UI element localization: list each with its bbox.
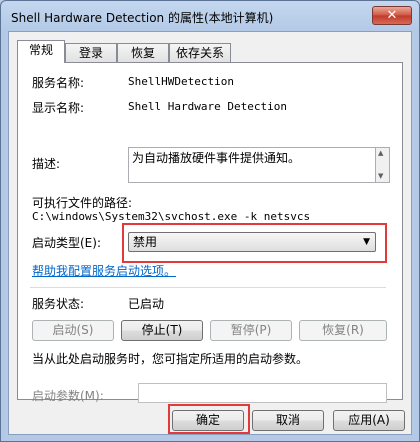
- description-label: 描述:: [32, 157, 61, 171]
- ok-highlight: [168, 404, 250, 434]
- start-button[interactable]: 启动(S): [32, 320, 114, 341]
- close-button[interactable]: ✕: [372, 6, 412, 25]
- dialog-client: 常规 登录 恢复 依存关系 服务名称: ShellHWDetection 显示名…: [8, 31, 412, 435]
- close-icon: ✕: [386, 8, 398, 23]
- path-value: C:\windows\System32\svchost.exe -k netsv…: [32, 210, 311, 223]
- display-name-label: 显示名称:: [32, 101, 85, 115]
- service-status-value: 已启动: [128, 297, 165, 311]
- service-name-label: 服务名称:: [32, 76, 85, 90]
- scroll-down-icon: ▼: [378, 172, 384, 180]
- pause-button[interactable]: 暂停(P): [210, 320, 292, 341]
- tab-recovery[interactable]: 恢复: [117, 43, 169, 62]
- cancel-button[interactable]: 取消: [252, 410, 324, 431]
- start-params-label: 启动参数(M):: [32, 389, 104, 403]
- startup-type-label: 启动类型(E):: [32, 236, 101, 250]
- tab-logon[interactable]: 登录: [65, 43, 117, 62]
- service-status-label: 服务状态:: [32, 297, 85, 311]
- service-name-value: ShellHWDetection: [128, 75, 234, 88]
- resume-button[interactable]: 恢复(R): [299, 320, 387, 341]
- apply-button[interactable]: 应用(A): [333, 410, 405, 431]
- stop-button[interactable]: 停止(T): [121, 320, 203, 341]
- display-name-value: Shell Hardware Detection: [128, 100, 287, 113]
- startup-type-highlight: [122, 223, 387, 263]
- description-scrollbar[interactable]: ▲ ▼: [376, 147, 390, 183]
- divider: [30, 287, 386, 288]
- help-link[interactable]: 帮助我配置服务启动选项。: [32, 262, 176, 279]
- general-panel: 服务名称: ShellHWDetection 显示名称: Shell Hardw…: [17, 62, 403, 403]
- tab-dependencies[interactable]: 依存关系: [169, 43, 231, 62]
- start-params-hint: 当从此处启动服务时，您可指定所适用的启动参数。: [32, 352, 309, 366]
- start-params-input[interactable]: [138, 383, 387, 403]
- window-title: Shell Hardware Detection 的属性(本地计算机): [11, 11, 274, 25]
- scroll-up-icon: ▲: [378, 149, 384, 157]
- path-label: 可执行文件的路径:: [32, 196, 133, 210]
- properties-window: Shell Hardware Detection 的属性(本地计算机) ✕ 常规…: [0, 0, 420, 442]
- tab-general[interactable]: 常规: [17, 40, 65, 63]
- description-box[interactable]: 为自动播放硬件事件提供通知。: [128, 147, 376, 183]
